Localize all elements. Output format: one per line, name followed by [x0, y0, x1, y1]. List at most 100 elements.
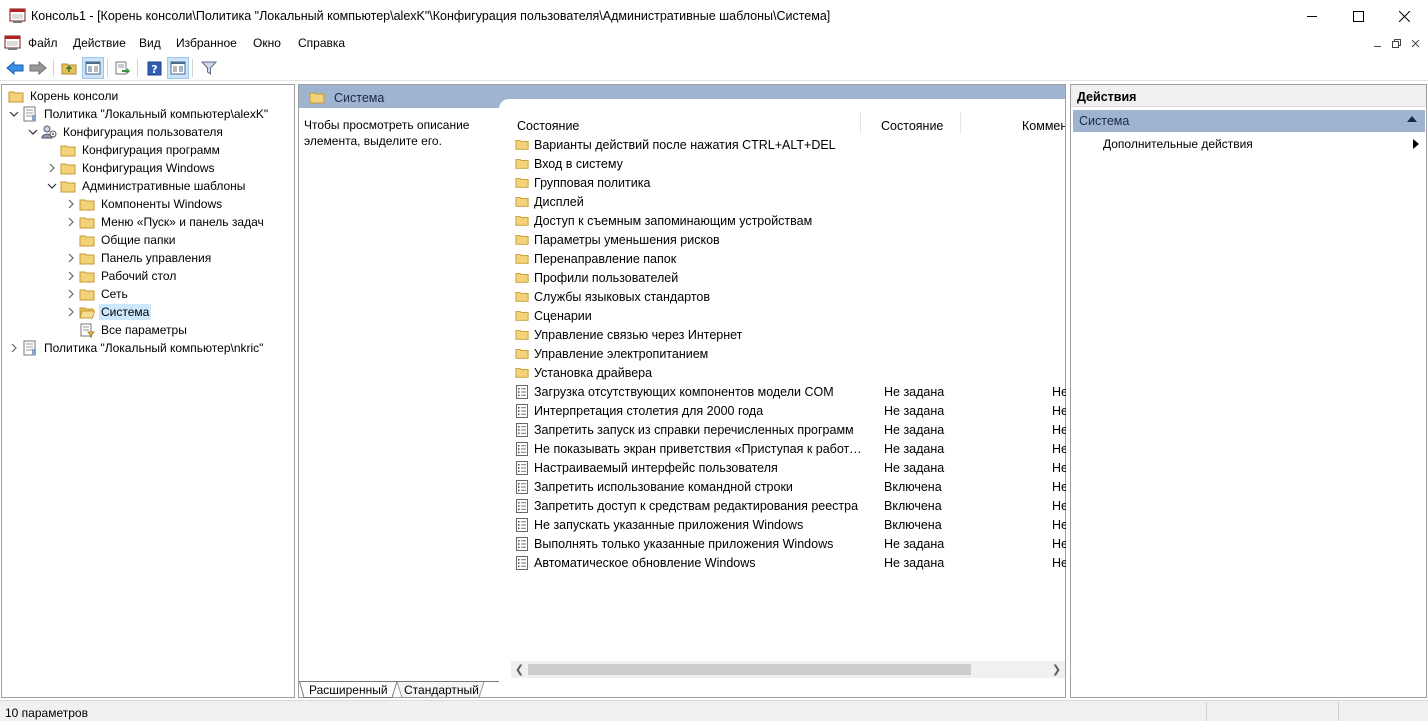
filter-button[interactable]: [198, 57, 220, 79]
list-setting-row[interactable]: Загрузка отсутствующих компонентов модел…: [515, 382, 1066, 401]
list-setting-row[interactable]: Не запускать указанные приложения Window…: [515, 515, 1066, 534]
list-folder-row[interactable]: Варианты действий после нажатия CTRL+ALT…: [515, 135, 1065, 154]
list-folder-row[interactable]: Групповая политика: [515, 173, 1065, 192]
maximize-button[interactable]: [1335, 0, 1381, 33]
list-setting-row[interactable]: Запретить использование командной строки…: [515, 477, 1066, 496]
policy-setting-icon: [515, 498, 529, 513]
mmc-console-icon[interactable]: [9, 8, 26, 24]
tree-item[interactable]: Административные шаблоны: [44, 177, 247, 195]
collapsed-chevron-icon[interactable]: [6, 339, 22, 357]
expanded-chevron-icon[interactable]: [6, 105, 22, 123]
minimize-button[interactable]: [1289, 0, 1335, 33]
action-pane-button[interactable]: [167, 57, 189, 79]
collapsed-chevron-icon[interactable]: [63, 249, 79, 267]
menu-favorites[interactable]: Избранное: [176, 36, 237, 50]
tree-item[interactable]: Рабочий стол: [63, 267, 178, 285]
list-folder-row[interactable]: Сценарии: [515, 306, 1065, 325]
scroll-right-icon[interactable]: ❯: [1048, 661, 1065, 678]
back-button[interactable]: [4, 57, 26, 79]
tree-item[interactable]: Общие папки: [63, 231, 177, 249]
column-divider[interactable]: [960, 112, 961, 134]
tree-item[interactable]: Сеть: [63, 285, 130, 303]
policy-icon: [22, 340, 38, 356]
setting-name: Загрузка отсутствующих компонентов модел…: [534, 384, 834, 399]
list-setting-row[interactable]: Не показывать экран приветствия «Приступ…: [515, 439, 1066, 458]
folder-icon: [79, 268, 95, 284]
menu-file[interactable]: Файл: [28, 36, 58, 50]
column-header-comment[interactable]: Коммен: [1022, 115, 1065, 137]
tree-item[interactable]: Конфигурация программ: [44, 141, 222, 159]
tree-item-label: Конфигурация Windows: [82, 161, 215, 175]
tree-item[interactable]: Система: [63, 303, 152, 321]
collapsed-chevron-icon[interactable]: [63, 213, 79, 231]
list-setting-row[interactable]: Запретить запуск из справки перечисленны…: [515, 420, 1066, 439]
folder-name: Управление связью через Интернет: [534, 327, 743, 342]
list-folder-row[interactable]: Службы языковых стандартов: [515, 287, 1065, 306]
list-folder-row[interactable]: Управление электропитанием: [515, 344, 1065, 363]
list-setting-row[interactable]: Автоматическое обновление Windows Не зада…: [515, 553, 1066, 572]
column-divider[interactable]: [860, 112, 861, 134]
list-setting-row[interactable]: Интерпретация столетия для 2000 года Не з…: [515, 401, 1066, 420]
collapsed-chevron-icon[interactable]: [63, 267, 79, 285]
forward-icon: [29, 61, 47, 75]
folder-icon: [515, 290, 529, 304]
actions-group-system[interactable]: Система: [1073, 110, 1425, 132]
tree-item-label: Конфигурация программ: [82, 143, 220, 157]
collapsed-chevron-icon[interactable]: [63, 195, 79, 213]
close-button[interactable]: [1381, 0, 1427, 33]
child-close-button[interactable]: [1407, 35, 1424, 52]
tree-item-label: Система: [99, 304, 152, 320]
menu-action[interactable]: Действие: [73, 36, 126, 50]
folder-name: Доступ к съемным запоминающим устройства…: [534, 213, 813, 228]
list-folder-row[interactable]: Установка драйвера: [515, 363, 1065, 382]
show-hide-tree-button[interactable]: [82, 57, 104, 79]
forward-button[interactable]: [27, 57, 49, 79]
policy-setting-icon: [515, 536, 529, 551]
scrollbar-thumb[interactable]: [528, 664, 971, 675]
tree-item[interactable]: Политика "Локальный компьютер\nkric": [6, 339, 265, 357]
collapsed-chevron-icon[interactable]: [63, 285, 79, 303]
list-folder-row[interactable]: Параметры уменьшения рисков: [515, 230, 1065, 249]
child-window-icon[interactable]: [4, 35, 21, 51]
list-setting-row[interactable]: Запретить доступ к средствам редактирова…: [515, 496, 1066, 515]
collapse-up-icon[interactable]: [1407, 115, 1417, 123]
export-list-button[interactable]: [112, 57, 134, 79]
expanded-chevron-icon[interactable]: [25, 123, 41, 141]
list-setting-row[interactable]: Настраиваемый интерфейс пользователя Не з…: [515, 458, 1066, 477]
collapsed-chevron-icon[interactable]: [63, 303, 79, 321]
list-folder-row[interactable]: Профили пользователей: [515, 268, 1065, 287]
child-minimize-button[interactable]: [1369, 35, 1386, 52]
tree-item[interactable]: Меню «Пуск» и панель задач: [63, 213, 266, 231]
list-folder-row[interactable]: Управление связью через Интернет: [515, 325, 1065, 344]
list-folder-row[interactable]: Вход в систему: [515, 154, 1065, 173]
collapsed-chevron-icon[interactable]: [44, 159, 60, 177]
tree-item[interactable]: Политика "Локальный компьютер\alexK": [6, 105, 270, 123]
horizontal-scrollbar[interactable]: ❮ ❯: [511, 661, 1065, 678]
menu-help[interactable]: Справка: [298, 36, 345, 50]
list-setting-row[interactable]: Выполнять только указанные приложения Wi…: [515, 534, 1066, 553]
expanded-chevron-icon[interactable]: [44, 177, 60, 195]
up-one-level-button[interactable]: [58, 57, 80, 79]
more-actions-item[interactable]: Дополнительные действия: [1103, 137, 1423, 155]
tree-item[interactable]: Конфигурация Windows: [44, 159, 217, 177]
tree-item-label: Административные шаблоны: [82, 179, 246, 193]
tab-standard[interactable]: Стандартный: [404, 683, 479, 697]
tab-extended[interactable]: Расширенный: [309, 683, 388, 697]
column-header-name[interactable]: Состояние: [517, 115, 657, 137]
tree-item[interactable]: Панель управления: [63, 249, 213, 267]
list-folder-row[interactable]: Доступ к съемным запоминающим устройства…: [515, 211, 1065, 230]
setting-name: Не показывать экран приветствия «Приступ…: [534, 441, 864, 456]
scroll-left-icon[interactable]: ❮: [511, 661, 528, 678]
column-header-state[interactable]: Состояние: [881, 115, 971, 137]
tree-item[interactable]: Все параметры: [63, 321, 189, 339]
child-restore-button[interactable]: [1388, 35, 1405, 52]
help-button[interactable]: ?: [143, 57, 165, 79]
tree-item[interactable]: Конфигурация пользователя: [25, 123, 225, 141]
list-folder-row[interactable]: Перенаправление папок: [515, 249, 1065, 268]
tree-item[interactable]: Компоненты Windows: [63, 195, 224, 213]
menu-view[interactable]: Вид: [139, 36, 161, 50]
tree-item[interactable]: Корень консоли: [6, 87, 120, 105]
list-folder-row[interactable]: Дисплей: [515, 192, 1065, 211]
menu-window[interactable]: Окно: [253, 36, 281, 50]
